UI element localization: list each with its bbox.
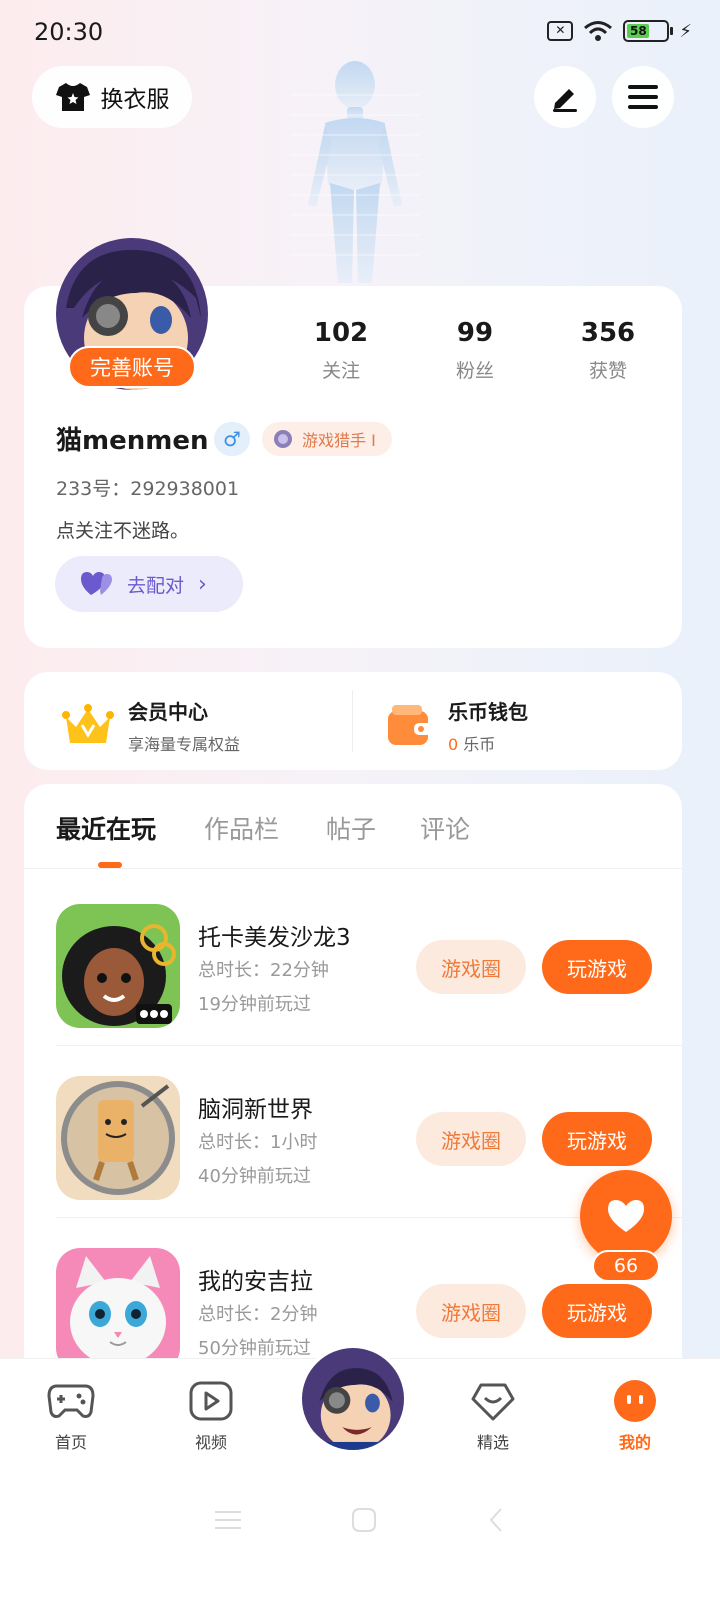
avatar-hologram[interactable] [290, 55, 420, 285]
play-game-button[interactable]: 玩游戏 [542, 1284, 652, 1338]
home-icon[interactable] [351, 1507, 377, 1533]
play-game-button[interactable]: 玩游戏 [542, 940, 652, 994]
edit-profile-button[interactable] [534, 66, 596, 128]
heart-pair-icon [81, 572, 112, 595]
match-label: 去配对 [127, 574, 185, 597]
coin-wallet[interactable]: 乐币钱包 0 乐币 [386, 696, 528, 755]
status-time: 20:30 [34, 18, 104, 46]
stat-likes[interactable]: 356 获赞 [553, 318, 663, 383]
play-game-button[interactable]: 玩游戏 [542, 1112, 652, 1166]
tab-recent-play[interactable]: 最近在玩 [56, 810, 156, 846]
nav-featured[interactable]: 精选 [448, 1379, 538, 1453]
username: 猫menmen [56, 426, 209, 456]
tab-comments[interactable]: 评论 [420, 810, 470, 846]
coin-balance: 0 乐币 [448, 731, 528, 755]
game-circle-button[interactable]: 游戏圈 [416, 1284, 526, 1338]
game-circle-button[interactable]: 游戏圈 [416, 940, 526, 994]
game-duration: 总时长：1小时 [198, 1132, 318, 1153]
nav-video[interactable]: 视频 [166, 1379, 256, 1453]
tab-works[interactable]: 作品栏 [204, 810, 279, 846]
nav-featured-label: 精选 [476, 1433, 509, 1452]
pen-icon [553, 89, 577, 112]
battery-level: 58 [627, 24, 650, 38]
heart-icon [608, 1200, 644, 1232]
game-name: 我的安吉拉 [198, 1269, 313, 1295]
change-outfit-button[interactable]: 换衣服 [32, 66, 192, 128]
vip-title: 会员中心 [128, 700, 208, 724]
tab-posts[interactable]: 帖子 [326, 810, 376, 846]
game-row[interactable]: 托卡美发沙龙3 总时长：22分钟 19分钟前玩过 游戏圈 玩游戏 [24, 874, 682, 1046]
status-icons: 58 ⚡ [547, 20, 692, 42]
stat-following-count: 102 [313, 318, 369, 348]
user-id[interactable]: 233号：292938001 [56, 474, 239, 501]
center-avatar-button[interactable] [298, 1344, 408, 1454]
game-icon-toca-hair[interactable] [56, 904, 180, 1028]
game-name: 脑洞新世界 [198, 1097, 313, 1123]
nav-me[interactable]: 我的 [590, 1379, 680, 1453]
change-outfit-label: 换衣服 [100, 87, 170, 113]
face-icon [610, 1379, 660, 1423]
like-fab-button[interactable] [580, 1170, 672, 1262]
stat-following-label: 关注 [321, 360, 360, 382]
video-icon [186, 1379, 236, 1423]
gamepad-icon [46, 1379, 96, 1423]
stat-followers[interactable]: 99 粉丝 [420, 318, 530, 383]
no-sim-icon [547, 21, 574, 41]
menu-icon [628, 85, 658, 109]
title-badge-label: 游戏猎手 I [302, 431, 376, 450]
nav-home-label: 首页 [54, 1433, 87, 1452]
chevron-right-icon: › [198, 571, 207, 597]
wallet-icon [388, 704, 432, 745]
game-icon-angela[interactable] [56, 1248, 180, 1372]
avatar-image [302, 1348, 404, 1450]
like-count-badge: 66 [592, 1250, 660, 1282]
menu-button[interactable] [612, 66, 674, 128]
title-badge[interactable]: 游戏猎手 I [262, 422, 392, 456]
recents-icon[interactable] [215, 1509, 241, 1531]
battery-icon: 58 [623, 20, 674, 42]
nav-home[interactable]: 首页 [26, 1379, 116, 1453]
vip-center[interactable]: 会员中心 享海量专属权益 [62, 696, 240, 755]
system-nav-bar [0, 1490, 720, 1550]
male-icon: ♂ [214, 422, 250, 456]
stat-likes-label: 获赞 [588, 360, 627, 382]
game-icon-brain-world[interactable] [56, 1076, 180, 1200]
wifi-icon [584, 21, 613, 41]
match-button[interactable]: 去配对 › [55, 556, 243, 612]
wallet-divider [352, 690, 353, 752]
heart-outline-icon [468, 1379, 518, 1423]
game-last-played: 40分钟前玩过 [198, 1166, 311, 1187]
tab-divider [24, 868, 682, 869]
game-last-played: 50分钟前玩过 [198, 1338, 311, 1359]
nav-me-label: 我的 [618, 1433, 651, 1452]
charging-icon: ⚡ [679, 20, 692, 42]
stat-likes-count: 356 [580, 318, 636, 348]
crown-icon [62, 703, 114, 743]
stat-following[interactable]: 102 关注 [286, 318, 396, 383]
back-icon[interactable] [487, 1507, 505, 1533]
game-name: 托卡美发沙龙3 [198, 925, 351, 951]
shirt-icon [55, 83, 90, 111]
complete-account-badge[interactable]: 完善账号 [68, 346, 196, 388]
hunter-medal-icon [274, 430, 292, 448]
game-circle-button[interactable]: 游戏圈 [416, 1112, 526, 1166]
game-row[interactable]: 脑洞新世界 总时长：1小时 40分钟前玩过 游戏圈 玩游戏 [24, 1046, 682, 1218]
stat-followers-count: 99 [456, 318, 494, 348]
bio: 点关注不迷路。 [56, 520, 190, 542]
nav-video-label: 视频 [194, 1433, 227, 1452]
game-last-played: 19分钟前玩过 [198, 994, 311, 1015]
game-duration: 总时长：2分钟 [198, 1304, 318, 1325]
coin-amount: 0 [448, 735, 459, 754]
game-duration: 总时长：22分钟 [198, 960, 329, 981]
coin-wallet-title: 乐币钱包 [448, 700, 528, 724]
stat-followers-label: 粉丝 [455, 360, 494, 382]
vip-sub: 享海量专属权益 [128, 735, 241, 754]
coin-unit: 乐币 [463, 735, 496, 754]
